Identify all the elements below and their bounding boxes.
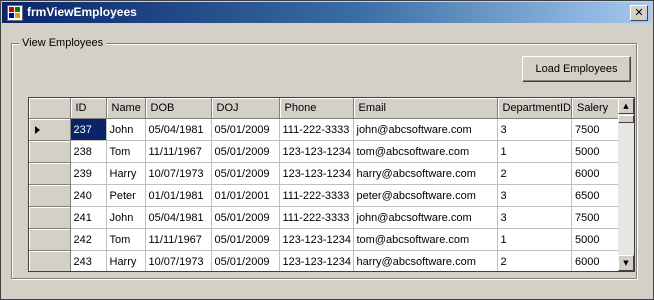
cell-id[interactable]: 238	[70, 140, 107, 163]
cell-id[interactable]: 242	[70, 228, 107, 251]
cell-phone[interactable]: 123-123-1234	[279, 250, 354, 271]
employees-table: ID Name DOB DOJ Phone Email DepartmentID…	[29, 98, 620, 271]
cell-dob[interactable]: 10/07/1973	[145, 250, 212, 271]
row-header[interactable]	[29, 118, 71, 141]
cell-phone[interactable]: 111-222-3333	[279, 184, 354, 207]
cell-doj[interactable]: 01/01/2001	[211, 184, 280, 207]
cell-email[interactable]: peter@abcsoftware.com	[353, 184, 498, 207]
group-label: View Employees	[19, 37, 107, 49]
cell-departmentid[interactable]: 1	[497, 228, 572, 251]
table-row[interactable]: 241 John 05/04/1981 05/01/2009 111-222-3333 j…	[29, 206, 620, 229]
cell-email[interactable]: harry@abcsoftware.com	[353, 250, 498, 271]
scroll-up-icon: ▲	[623, 102, 629, 110]
cell-salery[interactable]: 7500	[571, 206, 620, 229]
row-header[interactable]	[29, 140, 71, 163]
cell-id[interactable]: 240	[70, 184, 107, 207]
column-header-id[interactable]: ID	[70, 98, 107, 119]
cell-id[interactable]: 237	[70, 118, 107, 141]
cell-doj[interactable]: 05/01/2009	[211, 206, 280, 229]
table-row[interactable]: 238 Tom 11/11/1967 05/01/2009 123-123-1234 to…	[29, 140, 620, 163]
cell-id[interactable]: 239	[70, 162, 107, 185]
cell-departmentid[interactable]: 2	[497, 162, 572, 185]
table-row[interactable]: 237 John 05/04/1981 05/01/2009 111-222-3333 j…	[29, 118, 620, 141]
cell-phone[interactable]: 123-123-1234	[279, 140, 354, 163]
cell-salery[interactable]: 5000	[571, 228, 620, 251]
row-header[interactable]	[29, 228, 71, 251]
row-header[interactable]	[29, 206, 71, 229]
column-header-name[interactable]: Name	[106, 98, 146, 119]
employees-grid[interactable]: ID Name DOB DOJ Phone Email DepartmentID…	[28, 97, 635, 272]
scroll-thumb[interactable]	[618, 115, 634, 123]
scroll-down-button[interactable]: ▼	[618, 255, 634, 271]
table-row[interactable]: 242 Tom 11/11/1967 05/01/2009 123-123-1234 to…	[29, 228, 620, 251]
cell-salery[interactable]: 6500	[571, 184, 620, 207]
cell-id[interactable]: 243	[70, 250, 107, 271]
cell-doj[interactable]: 05/01/2009	[211, 228, 280, 251]
cell-salery[interactable]: 6000	[571, 162, 620, 185]
cell-dob[interactable]: 05/04/1981	[145, 206, 212, 229]
cell-salery[interactable]: 5000	[571, 140, 620, 163]
cell-departmentid[interactable]: 1	[497, 140, 572, 163]
cell-dob[interactable]: 11/11/1967	[145, 140, 212, 163]
form-icon	[7, 5, 23, 21]
main-window: frmViewEmployees ✕ View Employees Load E…	[0, 0, 654, 300]
row-header[interactable]	[29, 162, 71, 185]
cell-email[interactable]: tom@abcsoftware.com	[353, 140, 498, 163]
close-icon: ✕	[634, 6, 644, 19]
column-header-dob[interactable]: DOB	[145, 98, 212, 119]
cell-phone[interactable]: 123-123-1234	[279, 162, 354, 185]
cell-dob[interactable]: 05/04/1981	[145, 118, 212, 141]
scroll-up-button[interactable]: ▲	[618, 98, 634, 114]
row-header-corner	[29, 98, 71, 119]
cell-doj[interactable]: 05/01/2009	[211, 250, 280, 271]
cell-id[interactable]: 241	[70, 206, 107, 229]
column-header-salery[interactable]: Salery	[571, 98, 620, 119]
column-header-departmentid[interactable]: DepartmentID	[497, 98, 572, 119]
cell-doj[interactable]: 05/01/2009	[211, 140, 280, 163]
vertical-scrollbar[interactable]: ▲ ▼	[618, 98, 634, 271]
cell-phone[interactable]: 111-222-3333	[279, 206, 354, 229]
window-title: frmViewEmployees	[27, 5, 137, 19]
cell-name[interactable]: Harry	[106, 162, 146, 185]
header-row: ID Name DOB DOJ Phone Email DepartmentID…	[29, 98, 620, 119]
cell-salery[interactable]: 6000	[571, 250, 620, 271]
scroll-down-icon: ▼	[623, 259, 629, 267]
row-header[interactable]	[29, 184, 71, 207]
cell-name[interactable]: Tom	[106, 140, 146, 163]
cell-dob[interactable]: 10/07/1973	[145, 162, 212, 185]
cell-name[interactable]: John	[106, 118, 146, 141]
cell-phone[interactable]: 123-123-1234	[279, 228, 354, 251]
cell-email[interactable]: john@abcsoftware.com	[353, 118, 498, 141]
cell-departmentid[interactable]: 3	[497, 184, 572, 207]
table-row[interactable]: 243 Harry 10/07/1973 05/01/2009 123-123-1234…	[29, 250, 620, 271]
load-employees-button[interactable]: Load Employees	[522, 56, 631, 82]
cell-name[interactable]: Harry	[106, 250, 146, 271]
column-header-email[interactable]: Email	[353, 98, 498, 119]
cell-departmentid[interactable]: 3	[497, 206, 572, 229]
column-header-phone[interactable]: Phone	[279, 98, 354, 119]
cell-doj[interactable]: 05/01/2009	[211, 118, 280, 141]
column-header-doj[interactable]: DOJ	[211, 98, 280, 119]
cell-dob[interactable]: 11/11/1967	[145, 228, 212, 251]
cell-email[interactable]: john@abcsoftware.com	[353, 206, 498, 229]
cell-salery[interactable]: 7500	[571, 118, 620, 141]
cell-email[interactable]: tom@abcsoftware.com	[353, 228, 498, 251]
cell-doj[interactable]: 05/01/2009	[211, 162, 280, 185]
cell-email[interactable]: harry@abcsoftware.com	[353, 162, 498, 185]
row-header[interactable]	[29, 250, 71, 271]
cell-name[interactable]: Tom	[106, 228, 146, 251]
table-row[interactable]: 240 Peter 01/01/1981 01/01/2001 111-222-3333…	[29, 184, 620, 207]
cell-name[interactable]: Peter	[106, 184, 146, 207]
cell-dob[interactable]: 01/01/1981	[145, 184, 212, 207]
table-row[interactable]: 239 Harry 10/07/1973 05/01/2009 123-123-1234…	[29, 162, 620, 185]
cell-name[interactable]: John	[106, 206, 146, 229]
cell-phone[interactable]: 111-222-3333	[279, 118, 354, 141]
cell-departmentid[interactable]: 2	[497, 250, 572, 271]
title-bar[interactable]: frmViewEmployees ✕	[2, 2, 652, 23]
close-button[interactable]: ✕	[630, 5, 648, 21]
current-row-arrow-icon	[35, 125, 40, 134]
cell-departmentid[interactable]: 3	[497, 118, 572, 141]
